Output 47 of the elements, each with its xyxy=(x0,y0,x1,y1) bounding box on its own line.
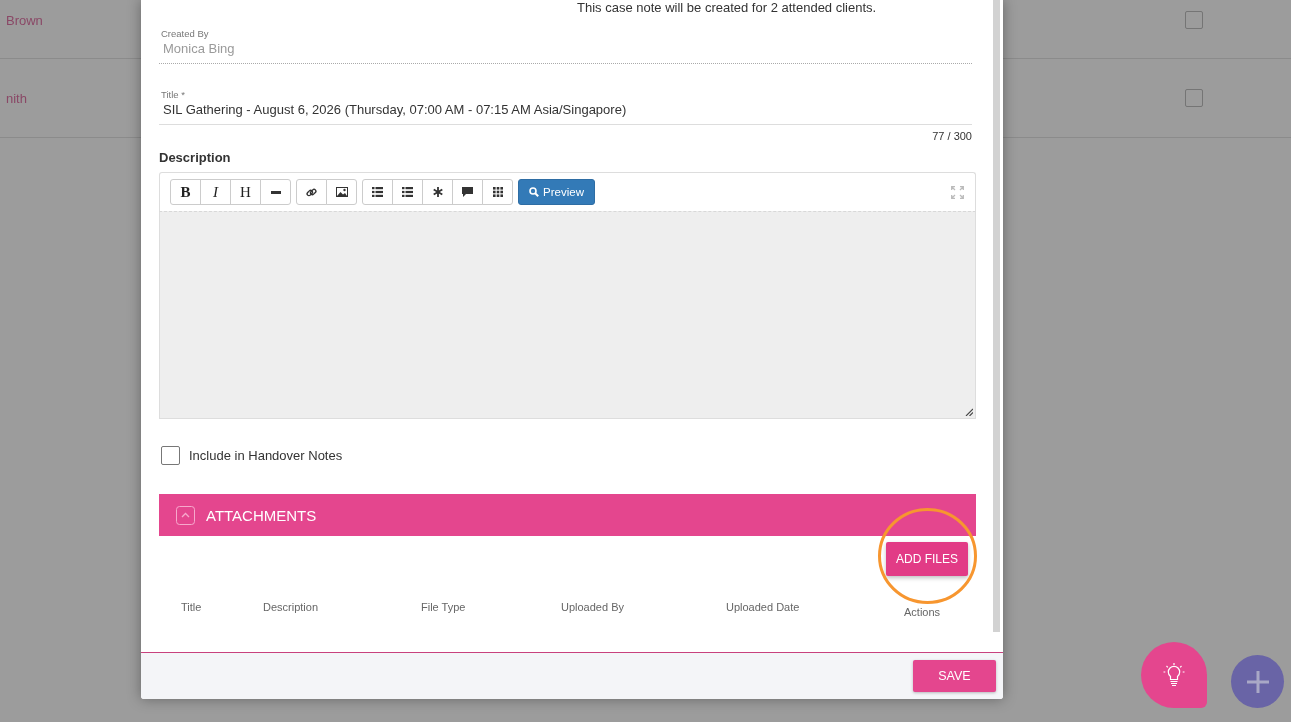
column-header: File Type xyxy=(421,601,466,613)
attachments-header[interactable]: ATTACHMENTS xyxy=(159,494,976,536)
resize-handle-icon[interactable] xyxy=(965,408,973,416)
image-icon xyxy=(335,187,348,197)
asterisk-icon xyxy=(432,187,443,197)
minus-icon xyxy=(270,190,281,194)
save-button[interactable]: SAVE xyxy=(913,660,996,692)
italic-button[interactable]: I xyxy=(200,179,231,205)
heading-button[interactable]: H xyxy=(230,179,261,205)
column-header: Actions xyxy=(904,606,941,618)
image-button[interactable] xyxy=(326,179,357,205)
bold-button[interactable]: B xyxy=(170,179,201,205)
client-name[interactable]: nith xyxy=(0,90,27,106)
numbered-list-button[interactable] xyxy=(392,179,423,205)
add-files-button[interactable]: ADD FILES xyxy=(886,542,968,576)
description-label: Description xyxy=(159,149,232,167)
field-label: Title * xyxy=(160,89,186,101)
scrollbar-thumb[interactable] xyxy=(993,0,1000,632)
row-checkbox[interactable] xyxy=(1185,11,1203,29)
lightbulb-icon xyxy=(1163,663,1185,687)
title-field[interactable]: SIL Gathering - August 6, 2026 (Thursday, 07:00 AM - 07:15 AM Asia/Singapore) xyxy=(159,101,972,125)
list-icon xyxy=(402,187,413,197)
link-icon xyxy=(306,186,317,198)
link-button[interactable] xyxy=(296,179,327,205)
table-button[interactable] xyxy=(482,179,513,205)
column-header: Uploaded By xyxy=(561,601,624,613)
comment-button[interactable] xyxy=(452,179,483,205)
client-name[interactable]: Brown xyxy=(0,12,43,28)
bulleted-list-button[interactable] xyxy=(362,179,393,205)
search-icon xyxy=(529,187,540,197)
column-header: Description xyxy=(263,601,319,613)
speech-bubble-icon xyxy=(462,187,473,197)
list-icon xyxy=(372,187,383,197)
grid-icon xyxy=(492,187,503,197)
character-counter: 77 / 300 xyxy=(932,129,972,143)
column-header: Uploaded Date xyxy=(726,601,800,613)
plus-icon xyxy=(1246,670,1269,693)
asterisk-button[interactable] xyxy=(422,179,453,205)
created-by-field: Monica Bing xyxy=(159,40,972,64)
preview-button[interactable]: Preview xyxy=(518,179,595,205)
notice-text: This case note will be created for 2 attended clients. xyxy=(577,0,878,15)
row-checkbox[interactable] xyxy=(1185,89,1203,107)
handover-checkbox[interactable] xyxy=(161,446,180,465)
field-label: Created By xyxy=(160,28,210,40)
column-header: Title xyxy=(181,601,202,613)
horizontal-rule-button[interactable] xyxy=(260,179,291,205)
checkbox-label[interactable]: Include in Handover Notes xyxy=(189,448,343,463)
